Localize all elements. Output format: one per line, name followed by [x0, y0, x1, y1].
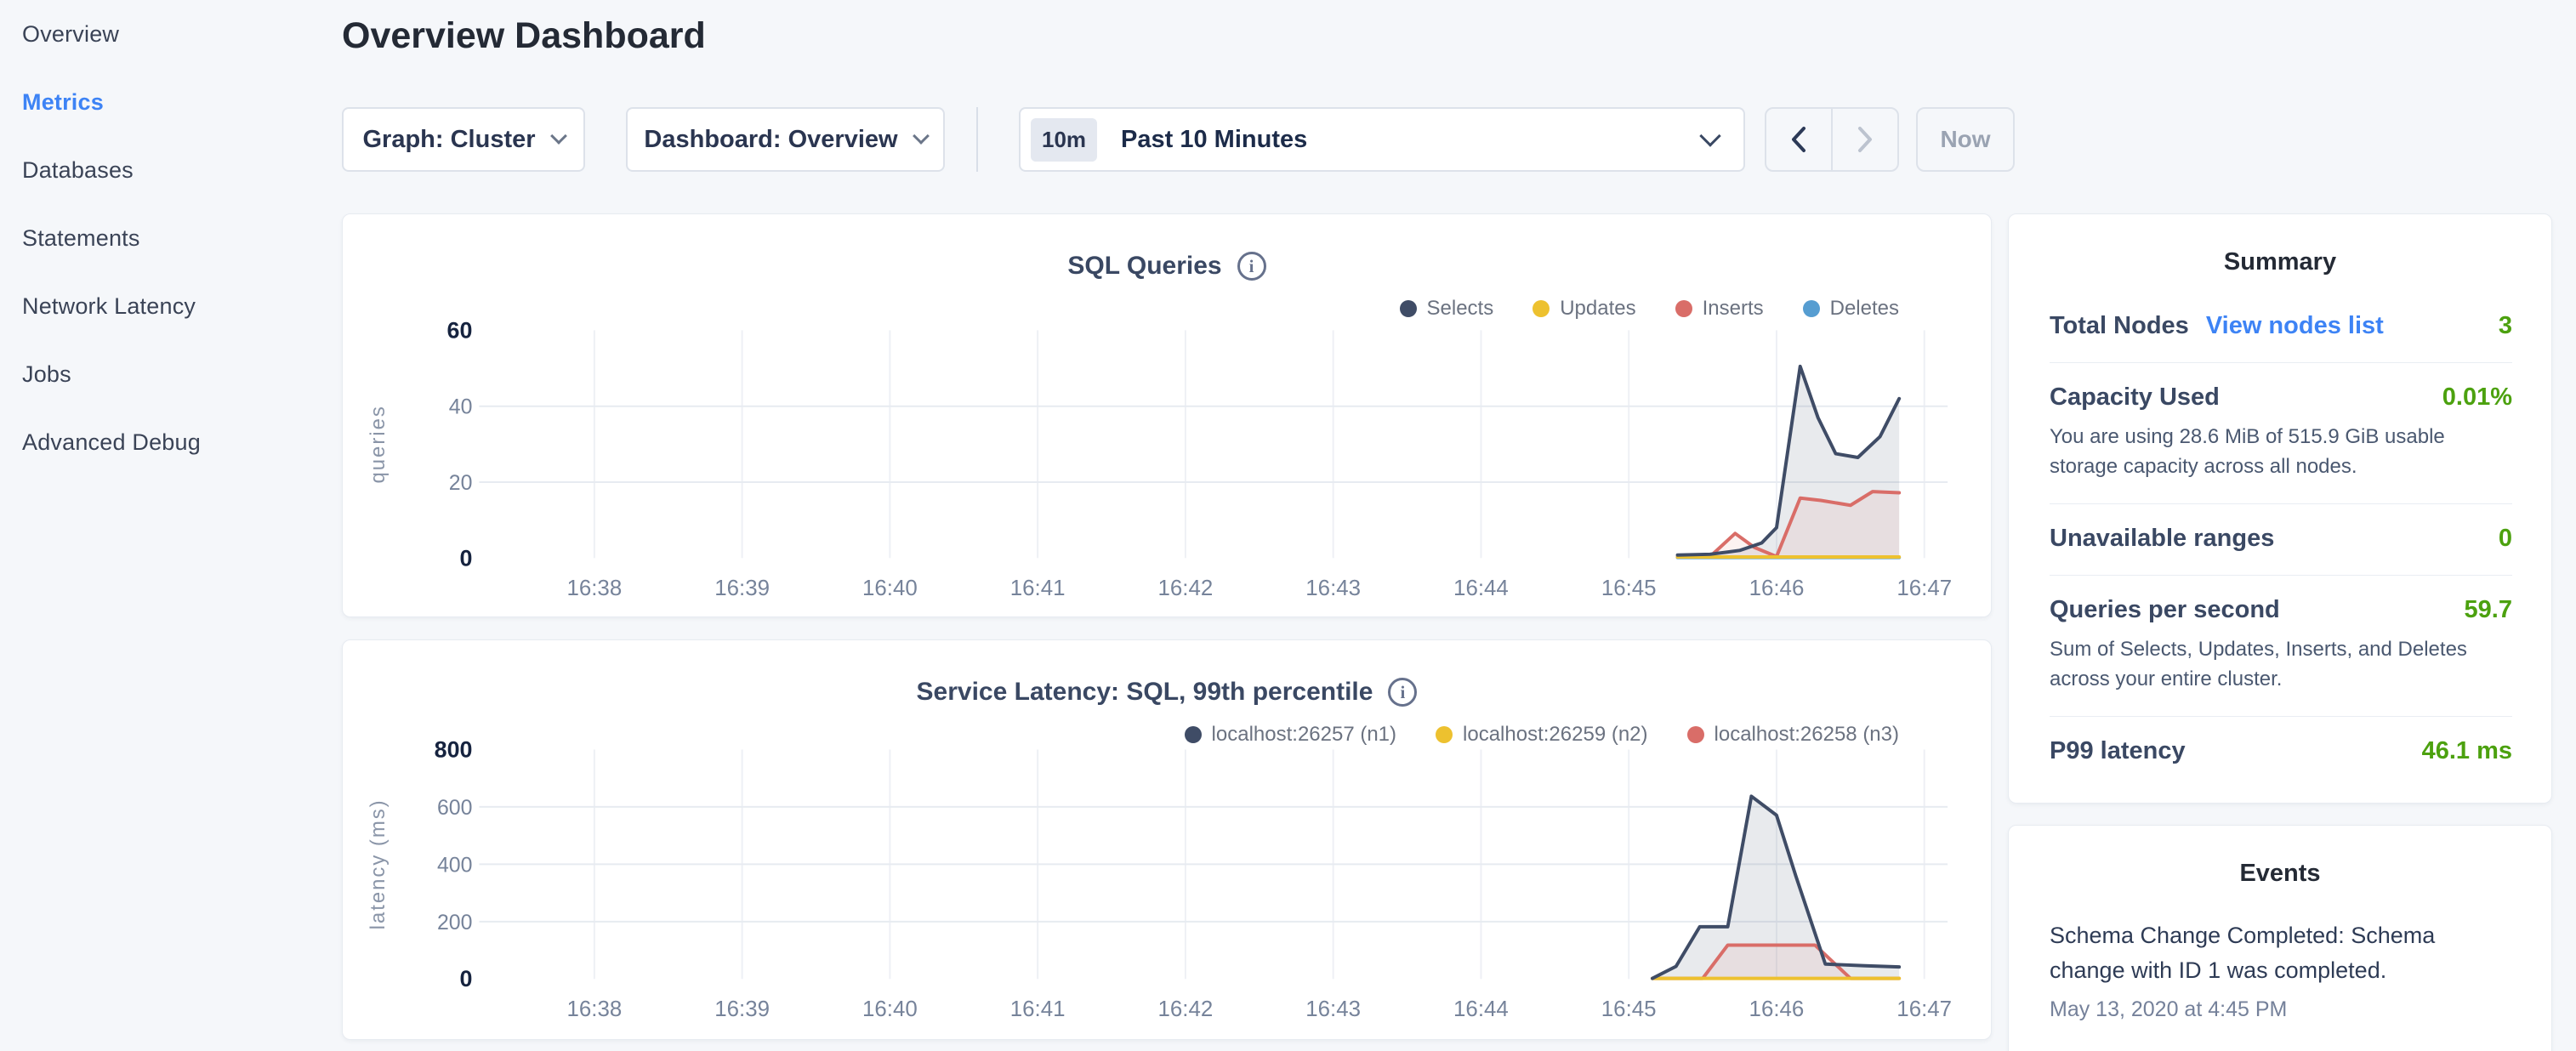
- sidebar-nav: Overview Metrics Databases Statements Networ…: [22, 20, 328, 497]
- x-tick-label: 16:43: [1305, 997, 1361, 1021]
- y-tick-label: 400: [437, 853, 473, 877]
- summary-row-value: 0: [2499, 525, 2512, 553]
- y-tick-label: 0: [459, 545, 472, 571]
- x-tick-label: 16:42: [1158, 997, 1214, 1021]
- summary-row-label: P99 latency: [2050, 737, 2186, 765]
- time-range-dropdown[interactable]: 10m Past 10 Minutes: [1019, 107, 1745, 172]
- controls-divider: [976, 107, 978, 172]
- sidebar-item-overview[interactable]: Overview: [22, 20, 328, 48]
- prev-time-button[interactable]: [1766, 109, 1833, 170]
- x-tick-label: 16:46: [1749, 577, 1805, 600]
- next-time-button[interactable]: [1833, 109, 1897, 170]
- y-axis-label: latency (ms): [367, 798, 390, 929]
- sidebar-item-network-latency[interactable]: Network Latency: [22, 293, 328, 320]
- summary-row-value: 3: [2499, 312, 2512, 340]
- summary-row-subtext: Sum of Selects, Updates, Inserts, and De…: [2050, 634, 2512, 694]
- event-item[interactable]: Schema Change Completed: Schema change w…: [2009, 888, 2551, 1022]
- y-tick-label: 600: [437, 796, 473, 820]
- chevron-left-icon: [1788, 125, 1809, 154]
- graph-scope-dropdown-label: Graph: Cluster: [362, 126, 535, 154]
- now-button[interactable]: Now: [1916, 107, 2015, 172]
- sidebar-item-metrics[interactable]: Metrics: [22, 88, 328, 116]
- controls-bar: Graph: Cluster Dashboard: Overview 10m P…: [342, 107, 2094, 172]
- x-tick-label: 16:46: [1749, 997, 1805, 1021]
- summary-row: P99 latency 46.1 ms: [2050, 717, 2512, 787]
- chart-plot: 16:38 16:39 16:40 16:41 16:42 16:43 16:44 16:45…: [343, 214, 1991, 616]
- summary-row-label: Total Nodes: [2050, 312, 2189, 340]
- chevron-down-icon: [913, 128, 930, 145]
- x-tick-label: 16:47: [1896, 997, 1952, 1021]
- graph-scope-dropdown[interactable]: Graph: Cluster: [342, 107, 585, 172]
- summary-row: Capacity Used 0.01% You are using 28.6 MiB…: [2050, 363, 2512, 504]
- time-range-badge: 10m: [1031, 118, 1097, 162]
- time-step-buttons: [1765, 107, 1899, 172]
- events-panel: Events Schema Change Completed: Schema c…: [2008, 825, 2552, 1051]
- x-tick-label: 16:45: [1601, 577, 1657, 600]
- chart-plot: 16:38 16:39 16:40 16:41 16:42 16:43 16:44 16:45…: [343, 640, 1991, 1039]
- sidebar-item-advanced-debug[interactable]: Advanced Debug: [22, 429, 328, 456]
- summary-title: Summary: [2009, 214, 2551, 276]
- x-tick-label: 16:39: [714, 577, 770, 600]
- y-tick-label: 20: [449, 471, 473, 495]
- event-text: Schema Change Completed: Schema change w…: [2050, 918, 2458, 987]
- x-tick-label: 16:39: [714, 997, 770, 1021]
- events-list: Schema Change Completed: Schema change w…: [2009, 888, 2551, 1022]
- summary-row-value: 46.1 ms: [2422, 737, 2512, 765]
- x-tick-label: 16:40: [862, 997, 918, 1021]
- sidebar-item-databases[interactable]: Databases: [22, 156, 328, 184]
- y-tick-label: 40: [449, 395, 473, 419]
- x-tick-label: 16:41: [1010, 997, 1066, 1021]
- view-nodes-list-link[interactable]: View nodes list: [2206, 312, 2384, 340]
- x-tick-label: 16:43: [1305, 577, 1361, 600]
- x-tick-label: 16:38: [566, 997, 622, 1021]
- time-range-label: Past 10 Minutes: [1121, 126, 1703, 154]
- chevron-down-icon: [550, 128, 567, 145]
- summary-row: Total Nodes View nodes list 3: [2050, 292, 2512, 363]
- x-tick-label: 16:44: [1453, 577, 1509, 600]
- overview-dashboard-page: Overview Metrics Databases Statements Networ…: [0, 0, 2576, 1051]
- y-axis-label: queries: [367, 405, 390, 483]
- summary-row-label: Queries per second: [2050, 596, 2280, 624]
- events-title: Events: [2009, 826, 2551, 888]
- x-tick-label: 16:45: [1601, 997, 1657, 1021]
- summary-row-label: Unavailable ranges: [2050, 525, 2274, 553]
- summary-row-label: Capacity Used: [2050, 383, 2220, 412]
- dashboard-dropdown[interactable]: Dashboard: Overview: [626, 107, 945, 172]
- y-tick-label: 60: [447, 317, 473, 343]
- summary-row: Unavailable ranges 0: [2050, 504, 2512, 576]
- summary-row-value: 59.7: [2465, 596, 2512, 624]
- x-tick-label: 16:42: [1158, 577, 1214, 600]
- x-tick-label: 16:44: [1453, 997, 1509, 1021]
- x-tick-label: 16:38: [566, 577, 622, 600]
- service-latency-chart-card: Service Latency: SQL, 99th percentile i …: [342, 639, 1992, 1040]
- summary-row: Queries per second 59.7 Sum of Selects, Up…: [2050, 576, 2512, 717]
- chevron-right-icon: [1855, 125, 1875, 154]
- summary-row-value: 0.01%: [2442, 383, 2512, 412]
- sql-queries-chart-card: SQL Queries i SelectsUpdatesInsertsDelet…: [342, 213, 1992, 617]
- summary-row-subtext: You are using 28.6 MiB of 515.9 GiB usab…: [2050, 422, 2512, 481]
- page-title: Overview Dashboard: [342, 15, 706, 57]
- x-tick-label: 16:40: [862, 577, 918, 600]
- x-tick-label: 16:47: [1896, 577, 1952, 600]
- dashboard-dropdown-label: Dashboard: Overview: [644, 126, 897, 154]
- event-timestamp: May 13, 2020 at 4:45 PM: [2050, 997, 2512, 1022]
- y-tick-label: 800: [435, 736, 473, 762]
- y-tick-label: 0: [460, 966, 473, 991]
- y-tick-label: 200: [437, 911, 473, 935]
- sidebar-item-statements[interactable]: Statements: [22, 224, 328, 252]
- x-tick-label: 16:41: [1010, 577, 1066, 600]
- summary-panel: Summary Total Nodes View nodes list 3 Capac…: [2008, 213, 2552, 804]
- summary-rows: Total Nodes View nodes list 3 Capacity Used…: [2009, 276, 2551, 787]
- chevron-down-icon: [1699, 125, 1720, 146]
- sidebar-item-jobs[interactable]: Jobs: [22, 361, 328, 388]
